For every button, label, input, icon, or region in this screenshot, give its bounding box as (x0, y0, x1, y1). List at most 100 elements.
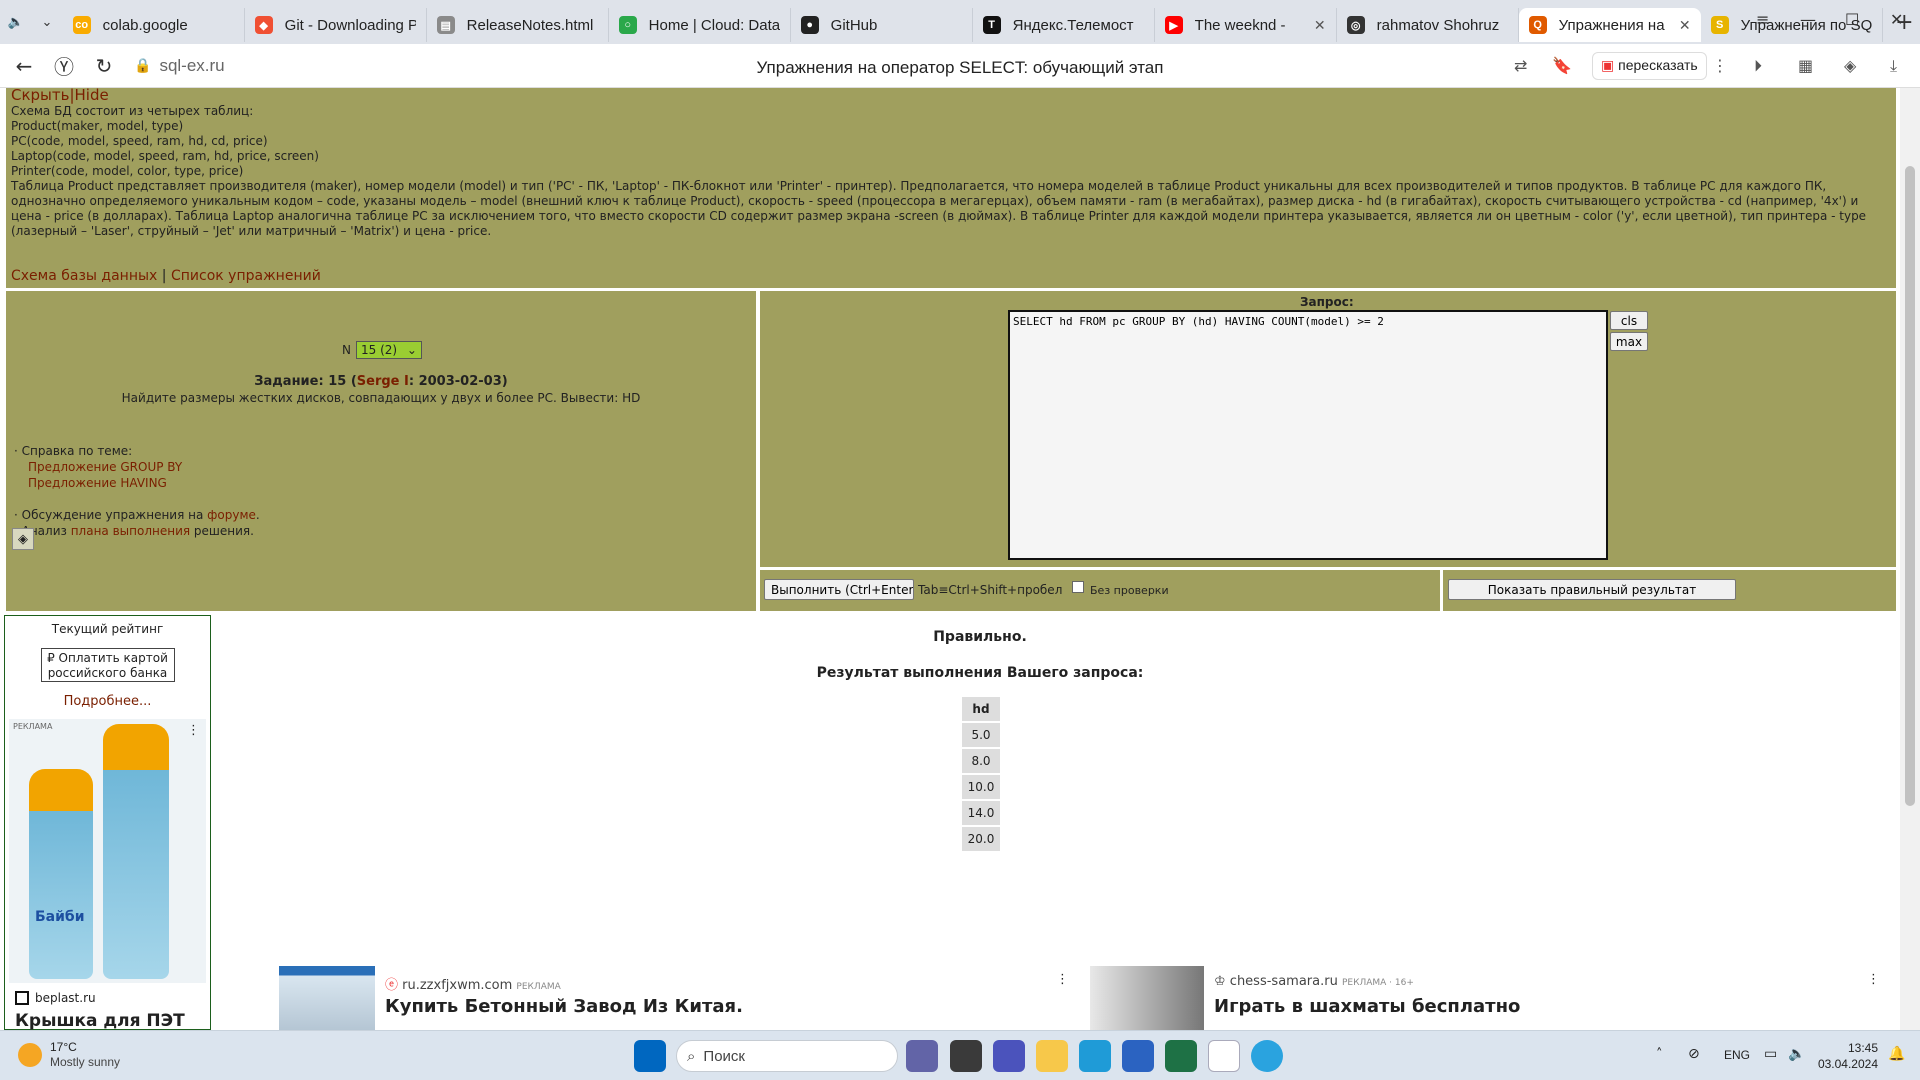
more-options-icon[interactable]: ⋮ (1867, 972, 1880, 987)
close-tab-icon[interactable]: ✕ (1314, 17, 1326, 34)
task-select[interactable]: 15 (2) ⌄ (355, 341, 422, 359)
translate-icon[interactable]: ⇄ (1514, 56, 1527, 75)
no-check-label: Без проверки (1090, 584, 1169, 597)
no-check-checkbox[interactable] (1072, 581, 1084, 593)
more-options-icon[interactable]: ⋮ (1712, 56, 1728, 75)
scroll-thumb[interactable] (1905, 166, 1915, 806)
back-icon[interactable]: ← (4, 54, 44, 78)
tab-favicon-icon: Q (1528, 16, 1547, 34)
schema-line: Laptop(code, model, speed, ram, hd, pric… (11, 149, 319, 163)
ad-card-concrete[interactable]: ⓔ ru.zzxfjxwm.com РЕКЛАМА Купить Бетонны… (279, 966, 1079, 1030)
tab-item[interactable]: ◎ rahmatov Shohruz (1337, 8, 1519, 42)
weather-widget[interactable]: 17°C Mostly sunny (50, 1040, 120, 1070)
query-panel: Запрос: cls max (760, 291, 1896, 567)
close-tab-icon[interactable]: ✕ (1679, 17, 1691, 34)
ad-headline[interactable]: Играть в шахматы бесплатно (1214, 996, 1520, 1017)
yandex-browser-icon[interactable] (1208, 1040, 1240, 1072)
task-select-value: 15 (2) (360, 343, 398, 357)
site-icon (15, 991, 29, 1005)
copilot-icon[interactable] (906, 1040, 938, 1072)
more-options-icon[interactable]: ⋮ (1056, 972, 1069, 987)
pay-line-1: ₽ Оплатить картой (47, 651, 168, 665)
volume-icon[interactable]: 🔈 (1788, 1046, 1805, 1062)
clock[interactable]: 13:45 03.04.2024 (1816, 1040, 1878, 1072)
url-field[interactable]: sql-ex.ru (159, 56, 224, 76)
plan-link[interactable]: плана выполнения (71, 524, 190, 538)
tab-item[interactable]: ● GitHub (791, 8, 973, 42)
edge-icon[interactable] (1079, 1040, 1111, 1072)
reload-icon[interactable]: ↻ (84, 54, 124, 78)
bookmark-icon[interactable]: 🔖 (1552, 56, 1572, 75)
tab-item[interactable]: ○ Home | Cloud: Data (609, 8, 791, 42)
display-icon[interactable]: ▭ (1764, 1046, 1777, 1062)
ad-card-chess[interactable]: ♔ chess-samara.ru РЕКЛАМА · 16+ Играть в… (1090, 966, 1890, 1030)
notification-icon[interactable]: 🔔 (1888, 1046, 1905, 1062)
maximize-icon[interactable]: ☐ (1845, 10, 1859, 29)
forum-link[interactable]: форуме (207, 508, 256, 522)
site-icon: ⓔ (385, 978, 403, 993)
tab-item[interactable]: ▤ ReleaseNotes.html (427, 8, 609, 42)
query-label: Запрос: (1300, 295, 1354, 309)
teams-icon[interactable] (993, 1040, 1025, 1072)
ad-headline[interactable]: Купить Бетонный Завод Из Китая. (385, 996, 743, 1017)
chevron-down-icon[interactable]: ⌄ (31, 5, 62, 39)
page-scrollbar[interactable] (1900, 88, 1920, 1030)
excel-icon[interactable] (1165, 1040, 1197, 1072)
menu-icon[interactable]: ≡ (1756, 10, 1769, 29)
diamond-icon[interactable]: ◈ (12, 528, 34, 550)
file-explorer-icon[interactable] (1036, 1040, 1068, 1072)
yandex-icon[interactable]: Ⓨ (44, 51, 84, 80)
table-row: 20.0 (962, 827, 1000, 851)
ad-domain: ⓔ ru.zzxfjxwm.com РЕКЛАМА (385, 974, 561, 993)
taskbar-search[interactable]: ⌕ Поиск (676, 1040, 898, 1072)
schema-db-link[interactable]: Схема базы данных (11, 268, 157, 284)
tab-item[interactable]: ▶ The weeknd - ✕ (1155, 8, 1337, 42)
link-separator: | (161, 268, 167, 284)
task-author-link[interactable]: Serge I (357, 374, 409, 389)
site-icon: ♔ (1214, 974, 1230, 989)
language-indicator[interactable]: ENG (1724, 1048, 1750, 1062)
tab-item[interactable]: T Яндекс.Телемост (973, 8, 1155, 42)
chevron-up-icon[interactable]: ˄ (1656, 1047, 1663, 1062)
max-button[interactable]: max (1610, 332, 1648, 351)
tab-item[interactable]: ◆ Git - Downloading P (245, 8, 427, 42)
tab-title: colab.google (102, 16, 188, 34)
weather-icon[interactable] (18, 1043, 42, 1067)
start-icon[interactable] (634, 1040, 666, 1072)
ad-label: РЕКЛАМА · 16+ (1341, 978, 1414, 988)
media-icon[interactable]: ⏵ (1754, 56, 1762, 76)
extensions-icon[interactable]: ◈ (1844, 56, 1856, 75)
schema-panel: Скрыть|Hide Схема БД состоит из четырех … (6, 88, 1896, 288)
network-icon[interactable]: ⊘ (1688, 1046, 1700, 1062)
close-window-icon[interactable]: ✕ (1890, 10, 1903, 29)
plan-suffix: решения. (190, 524, 254, 538)
tab-item[interactable]: Q Упражнения на ✕ (1518, 8, 1701, 42)
telegram-icon[interactable] (1251, 1040, 1283, 1072)
help-link-group-by[interactable]: Предложение GROUP BY (14, 459, 260, 475)
run-query-button[interactable]: Выполнить (Ctrl+Enter) (764, 579, 914, 600)
help-link-having[interactable]: Предложение HAVING (14, 475, 260, 491)
clock-date: 03.04.2024 (1817, 1057, 1878, 1071)
ad-headline[interactable]: Крышка для ПЭТ (15, 1011, 200, 1030)
task-view-icon[interactable] (950, 1040, 982, 1072)
downloads-icon[interactable]: ⤓ (1890, 56, 1897, 76)
cls-button[interactable]: cls (1610, 311, 1648, 330)
store-icon[interactable] (1122, 1040, 1154, 1072)
audio-icon[interactable]: 🔈 (0, 5, 31, 39)
minimize-icon[interactable]: — (1800, 10, 1816, 29)
table-cell: 20.0 (962, 827, 1000, 851)
tab-item[interactable]: co colab.google (63, 8, 245, 42)
collections-icon[interactable]: ▦ (1798, 56, 1813, 75)
schema-line: Product(maker, model, type) (11, 119, 184, 133)
tab-title: Home | Cloud: Data (648, 16, 780, 34)
retell-button[interactable]: ▣ пересказать (1592, 52, 1707, 80)
hide-link[interactable]: Скрыть|Hide (11, 88, 109, 104)
query-editor[interactable] (1008, 310, 1608, 560)
exercise-list-link[interactable]: Список упражнений (171, 268, 321, 284)
result-heading: Результат выполнения Вашего запроса: (816, 665, 1144, 681)
forum-line: · Обсуждение упражнения на форуме. (14, 507, 260, 523)
ad-site[interactable]: beplast.ru (15, 991, 200, 1005)
show-correct-result-button[interactable]: Показать правильный результат (1448, 579, 1736, 600)
tab-favicon-icon: ◎ (1346, 16, 1365, 34)
tab-favicon-icon: S (1710, 16, 1729, 34)
